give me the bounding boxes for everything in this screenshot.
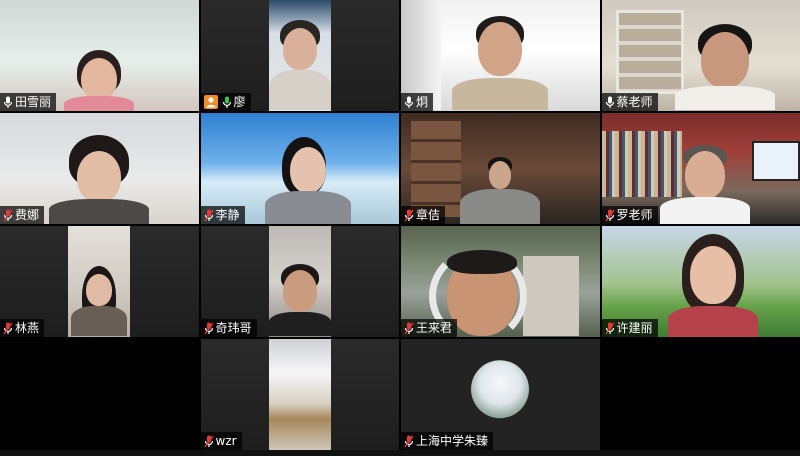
video-tile-wzr[interactable]: wzr [200,339,399,450]
person-face [77,151,122,203]
participant-name: 蔡老师 [616,95,653,109]
participant-name: 奇玮哥 [215,321,252,335]
participant-name: 费娜 [15,208,40,222]
participant-name: wzr [215,434,237,448]
microphone-muted-icon [604,322,615,335]
person-body [659,197,750,224]
microphone-icon [605,96,615,109]
participant-name: 李静 [215,208,240,222]
profile-picture [471,359,530,418]
monitor [751,141,800,181]
video-grid: 田雪丽 廖 炯 蔡老师 费娜 李静 章佶 罗老师 林燕 奇玮哥 王来君 许建丽 … [0,0,800,450]
video-tile-liao[interactable]: 廖 [200,0,399,111]
person-face [81,58,118,100]
video-tile-zhang-ji[interactable]: 章佶 [401,113,600,224]
video-tile-tian-xueli[interactable]: 田雪丽 [0,0,199,111]
microphone-muted-icon [404,209,414,222]
camera-frame [68,226,130,337]
person-body [71,306,127,336]
bookshelf [601,131,682,197]
person-face [289,147,326,193]
microphone-muted-icon [404,435,414,448]
video-tile-li-jing[interactable]: 李静 [200,113,399,224]
person-body [268,70,331,110]
person-body [64,96,135,111]
nameplate: wzr [200,432,242,450]
microphone-icon [404,96,414,109]
nameplate: 李静 [200,206,245,224]
nameplate: 田雪丽 [0,93,57,111]
video-tile-jiong[interactable]: 炯 [401,0,600,111]
person-face [684,151,725,199]
participant-name: 许建丽 [616,321,653,335]
person-hair [447,250,518,274]
nameplate: 奇玮哥 [200,319,257,337]
video-tile-zhu-zhen[interactable]: 上海中学朱臻 [401,339,600,450]
microphone-muted-icon [604,209,615,222]
participant-name: 王来君 [416,321,453,335]
camera-frame [268,226,331,337]
nameplate: 王来君 [401,319,458,337]
person-body [49,199,150,224]
cabinet [411,121,461,217]
bottom-edge [0,450,800,456]
microphone-icon [3,96,13,109]
participant-name: 上海中学朱臻 [416,434,489,448]
video-tile-fei-na[interactable]: 费娜 [0,113,199,224]
camera-frame [268,0,331,111]
nameplate: 罗老师 [601,206,658,224]
empty-tile [0,339,199,450]
microphone-muted-icon [203,322,214,335]
person-body [674,86,775,110]
empty-tile [601,339,800,450]
nameplate: 许建丽 [601,319,658,337]
video-tile-cai[interactable]: 蔡老师 [601,0,800,111]
person-face [86,274,112,306]
person-body [452,78,549,110]
microphone-icon [222,96,232,109]
participant-name: 林燕 [15,321,40,335]
nameplate: 炯 [401,93,434,111]
video-tile-wang-laijun[interactable]: 王来君 [401,226,600,337]
person-face [282,28,317,70]
person-body [268,312,331,336]
nameplate: 蔡老师 [601,93,658,111]
person-face [689,246,736,304]
nameplate: 章佶 [401,206,446,224]
participant-name: 章佶 [416,208,441,222]
microphone-muted-icon [203,435,214,448]
camera-frame [268,339,331,450]
person-body [264,191,351,224]
person-body [460,189,541,224]
person-body [667,306,758,337]
microphone-muted-icon [404,322,414,335]
video-tile-xu-jianli[interactable]: 许建丽 [601,226,800,337]
nameplate: 廖 [200,93,251,111]
nameplate: 林燕 [0,319,45,337]
nameplate: 费娜 [0,206,45,224]
bookshelf [615,10,684,94]
nameplate: 上海中学朱臻 [401,432,494,450]
microphone-muted-icon [3,322,13,335]
participant-name: 炯 [416,95,429,109]
video-tile-qi-weige[interactable]: 奇玮哥 [200,226,399,337]
person-face [489,161,512,189]
video-tile-luo[interactable]: 罗老师 [601,113,800,224]
person-face [282,270,317,312]
person-icon[interactable] [203,95,218,109]
microphone-muted-icon [3,209,13,222]
person-face [700,32,749,88]
video-tile-lin-yan[interactable]: 林燕 [0,226,199,337]
participant-name: 廖 [233,95,246,109]
participant-name: 罗老师 [616,208,653,222]
person-face [478,22,523,76]
participant-name: 田雪丽 [15,95,52,109]
microphone-muted-icon [203,209,214,222]
building [523,256,579,336]
